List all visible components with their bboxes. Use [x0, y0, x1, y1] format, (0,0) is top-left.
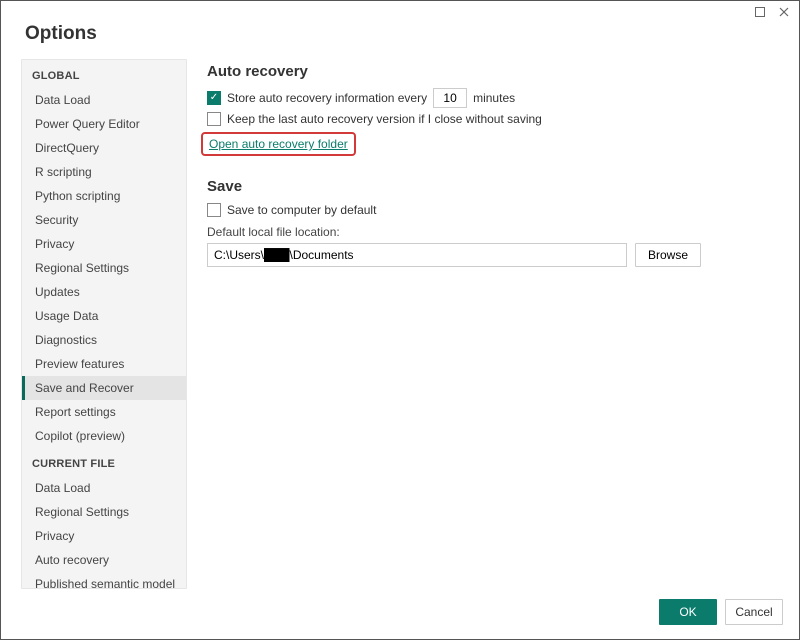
highlight-open-folder: Open auto recovery folder	[201, 132, 356, 156]
nav-security[interactable]: Security	[22, 208, 186, 232]
nav-updates[interactable]: Updates	[22, 280, 186, 304]
nav-data-load[interactable]: Data Load	[22, 88, 186, 112]
checkbox-save-default[interactable]	[207, 203, 221, 217]
row-save-default: Save to computer by default	[207, 203, 783, 217]
label-store-info-prefix: Store auto recovery information every	[227, 91, 427, 105]
nav-usage-data[interactable]: Usage Data	[22, 304, 186, 328]
content-pane: Auto recovery ✓ Store auto recovery info…	[187, 59, 783, 589]
sidebar-section-global: GLOBAL	[22, 60, 186, 88]
nav-directquery[interactable]: DirectQuery	[22, 136, 186, 160]
link-open-recovery-folder[interactable]: Open auto recovery folder	[209, 137, 348, 151]
options-dialog: Options GLOBAL Data Load Power Query Edi…	[0, 0, 800, 640]
row-default-location-path: Browse	[207, 243, 783, 267]
close-icon[interactable]	[777, 5, 791, 19]
label-store-info-suffix: minutes	[473, 91, 515, 105]
nav-save-and-recover[interactable]: Save and Recover	[22, 376, 186, 400]
sidebar: GLOBAL Data Load Power Query Editor Dire…	[21, 59, 187, 589]
label-save-default: Save to computer by default	[227, 203, 376, 217]
nav-cf-data-load[interactable]: Data Load	[22, 476, 186, 500]
row-keep-last: Keep the last auto recovery version if I…	[207, 112, 783, 126]
cancel-button[interactable]: Cancel	[725, 599, 783, 625]
dialog-footer: OK Cancel	[1, 589, 799, 639]
nav-cf-auto-recovery[interactable]: Auto recovery	[22, 548, 186, 572]
nav-privacy[interactable]: Privacy	[22, 232, 186, 256]
nav-python-scripting[interactable]: Python scripting	[22, 184, 186, 208]
input-default-location[interactable]	[207, 243, 627, 267]
nav-regional-settings[interactable]: Regional Settings	[22, 256, 186, 280]
sidebar-section-current-file: CURRENT FILE	[22, 448, 186, 476]
section-title-auto-recovery: Auto recovery	[207, 63, 783, 80]
dialog-title: Options	[1, 19, 799, 59]
nav-cf-privacy[interactable]: Privacy	[22, 524, 186, 548]
nav-diagnostics[interactable]: Diagnostics	[22, 328, 186, 352]
label-default-location: Default local file location:	[207, 225, 783, 239]
nav-r-scripting[interactable]: R scripting	[22, 160, 186, 184]
row-store-info: ✓ Store auto recovery information every …	[207, 88, 783, 108]
label-keep-last: Keep the last auto recovery version if I…	[227, 112, 542, 126]
titlebar	[1, 1, 799, 19]
nav-cf-regional-settings[interactable]: Regional Settings	[22, 500, 186, 524]
nav-report-settings[interactable]: Report settings	[22, 400, 186, 424]
nav-power-query-editor[interactable]: Power Query Editor	[22, 112, 186, 136]
browse-button[interactable]: Browse	[635, 243, 701, 267]
maximize-icon[interactable]	[753, 5, 767, 19]
input-minutes[interactable]	[433, 88, 467, 108]
ok-button[interactable]: OK	[659, 599, 717, 625]
nav-copilot-preview[interactable]: Copilot (preview)	[22, 424, 186, 448]
nav-preview-features[interactable]: Preview features	[22, 352, 186, 376]
checkbox-keep-last[interactable]	[207, 112, 221, 126]
checkbox-store-info[interactable]: ✓	[207, 91, 221, 105]
nav-cf-published-semantic[interactable]: Published semantic model settings	[22, 572, 186, 589]
section-title-save: Save	[207, 178, 783, 195]
